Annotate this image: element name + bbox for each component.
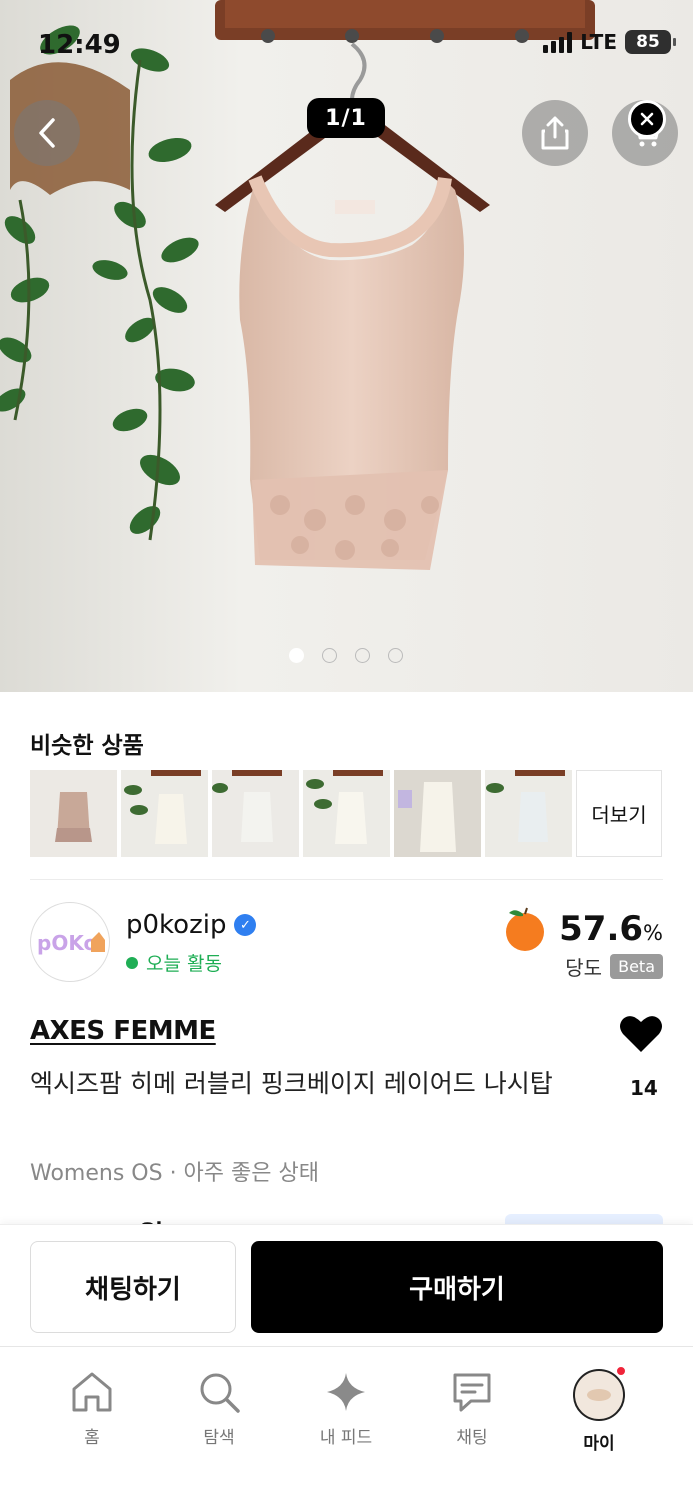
seller-activity-label: 오늘 활동 (146, 953, 222, 975)
similar-product-thumb[interactable] (303, 770, 390, 857)
divider (30, 879, 663, 880)
product-thumb-image (485, 770, 572, 857)
product-thumb-image (121, 770, 208, 857)
chevron-left-icon (39, 118, 55, 148)
carousel-dot[interactable] (388, 648, 403, 663)
product-title: 엑시즈팜 히메 러블리 핑크베이지 레이어드 나시탑 (30, 1069, 553, 1098)
seller-name: p0kozip (126, 910, 227, 940)
notification-dot-icon (615, 1365, 627, 1377)
seller-avatar[interactable]: pOKo (30, 902, 110, 982)
orange-fruit-icon (506, 907, 545, 951)
carousel-dot[interactable] (355, 648, 370, 663)
heart-icon[interactable] (619, 1014, 663, 1054)
profile-avatar (573, 1365, 627, 1421)
product-thumb-image (303, 770, 390, 857)
similar-products-list: 더보기 (30, 770, 662, 857)
tab-my-feed[interactable]: 내 피드 (296, 1369, 396, 1448)
tab-home[interactable]: 홈 (42, 1369, 142, 1448)
product-meta: Womens OS · 아주 좋은 상태 (30, 1161, 319, 1186)
tab-label: 홈 (84, 1428, 100, 1448)
more-similar-button[interactable]: 더보기 (576, 770, 662, 857)
similar-product-thumb[interactable] (212, 770, 299, 857)
close-button[interactable] (628, 100, 666, 138)
battery-icon: 85 (625, 30, 676, 54)
brand-link[interactable]: AXES FEMME (30, 1016, 216, 1046)
sparkle-icon (327, 1373, 365, 1411)
product-thumb-image (212, 770, 299, 857)
carousel-dot[interactable] (289, 648, 304, 663)
purchase-action-bar: 채팅하기 구매하기 (0, 1224, 693, 1346)
score-value-row: 57.6% (559, 909, 663, 949)
similar-product-thumb[interactable] (30, 770, 117, 857)
similar-product-thumb[interactable] (121, 770, 208, 857)
product-photo-carousel[interactable]: 12:49 LTE 85 1/1 (0, 0, 693, 692)
chat-icon (453, 1373, 491, 1412)
similar-products-title: 비슷한 상품 (30, 733, 144, 759)
seller-name-row[interactable]: p0kozip ✓ (126, 910, 257, 940)
like-count: 14 (630, 1076, 658, 1100)
share-button[interactable] (522, 100, 588, 166)
signal-icon (543, 31, 573, 53)
tab-explore[interactable]: 탐색 (169, 1369, 269, 1448)
home-icon (72, 1372, 112, 1412)
chat-button[interactable]: 채팅하기 (30, 1241, 236, 1333)
share-icon (541, 116, 569, 150)
tab-label: 내 피드 (319, 1428, 373, 1448)
profile-image (587, 1389, 611, 1401)
tab-label: 마이 (583, 1434, 615, 1454)
tab-label: 탐색 (203, 1428, 235, 1448)
seller-logo-image: pOKo (37, 931, 105, 955)
score-label-row: 당도 Beta (565, 952, 663, 981)
sweetness-score[interactable]: 57.6% (501, 905, 663, 953)
seller-activity: 오늘 활동 (126, 949, 222, 976)
beta-badge: Beta (610, 954, 663, 979)
tab-my[interactable]: 마이 (549, 1365, 649, 1454)
bottom-tab-bar: 홈 탐색 내 피드 채팅 마이 (0, 1346, 693, 1500)
status-indicators: LTE 85 (543, 30, 676, 54)
tab-label: 채팅 (456, 1428, 488, 1448)
status-time: 12:49 (38, 30, 121, 60)
online-dot-icon (126, 956, 138, 969)
network-label: LTE (580, 30, 617, 54)
svg-text:pOKo: pOKo (37, 931, 97, 955)
product-thumb-image (30, 770, 117, 857)
search-icon (200, 1373, 240, 1413)
verified-icon: ✓ (234, 914, 257, 936)
image-counter: 1/1 (307, 98, 385, 138)
similar-product-thumb[interactable] (394, 770, 481, 857)
back-button[interactable] (14, 100, 80, 166)
buy-button[interactable]: 구매하기 (251, 1241, 663, 1333)
carousel-dots (289, 648, 403, 663)
tab-chat[interactable]: 채팅 (422, 1369, 522, 1448)
similar-product-thumb[interactable] (485, 770, 572, 857)
close-icon (640, 112, 654, 126)
carousel-dot[interactable] (322, 648, 337, 663)
product-thumb-image (394, 770, 481, 857)
score-label: 당도 (565, 956, 603, 980)
